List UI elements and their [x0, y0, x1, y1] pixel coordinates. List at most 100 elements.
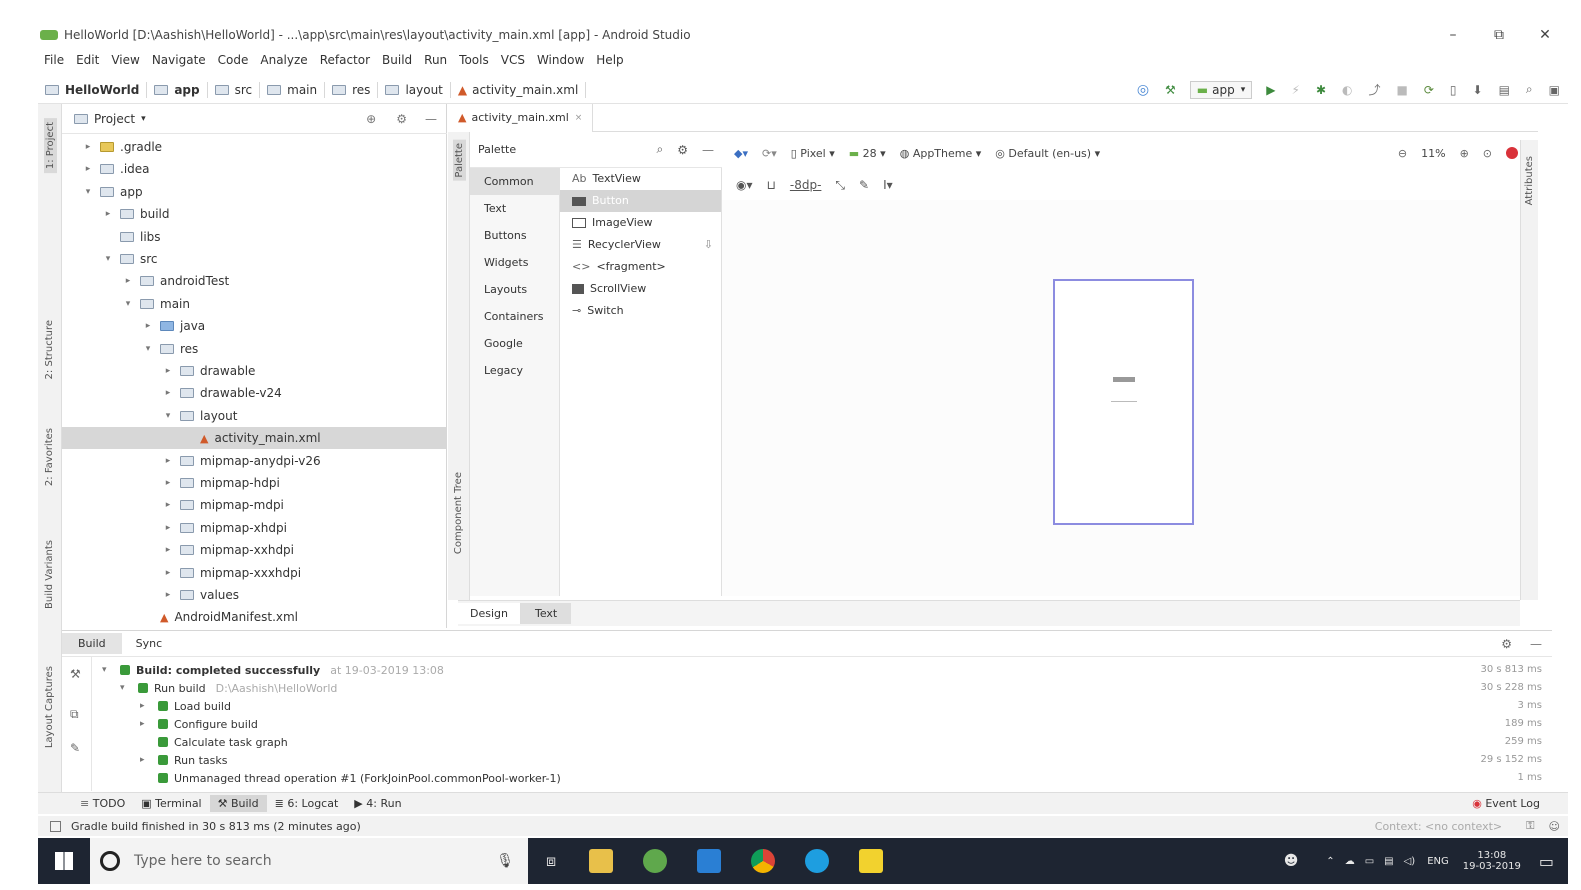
- collapsed-arrow-icon[interactable]: ▸: [162, 545, 174, 555]
- expand-arrow-icon[interactable]: ▸: [140, 755, 152, 765]
- tree-item[interactable]: ▸ mipmap-anydpi-v26: [62, 450, 447, 472]
- magnet-icon[interactable]: ⊔: [767, 178, 776, 192]
- tree-item[interactable]: ▸ mipmap-mdpi: [62, 494, 447, 516]
- favorites-tool-tab[interactable]: 2: Favorites: [44, 428, 55, 486]
- palette-category-buttons[interactable]: Buttons: [470, 222, 559, 249]
- collapsed-arrow-icon[interactable]: ▸: [162, 388, 174, 398]
- clock[interactable]: 13:08 19-03-2019: [1463, 850, 1521, 872]
- notifications-icon[interactable]: ▭: [1539, 852, 1554, 871]
- breadcrumb-file[interactable]: ▲ activity_main.xml: [451, 81, 587, 98]
- hide-icon[interactable]: —: [702, 143, 714, 157]
- palette-category-google[interactable]: Google: [470, 330, 559, 357]
- error-indicator-icon[interactable]: [1506, 147, 1518, 159]
- collapsed-arrow-icon[interactable]: ▸: [162, 366, 174, 376]
- tree-item[interactable]: ▾ main: [62, 293, 447, 315]
- taskbar-search[interactable]: Type here to search 🎙: [90, 838, 528, 884]
- gradle-sync-icon[interactable]: ⟳: [1424, 83, 1434, 97]
- tab-design[interactable]: Design: [458, 603, 521, 624]
- menu-tools[interactable]: Tools: [459, 53, 489, 67]
- palette-item-button[interactable]: Button: [560, 190, 721, 212]
- menu-code[interactable]: Code: [218, 53, 249, 67]
- task-view-icon[interactable]: ⧈: [546, 851, 556, 871]
- tree-item[interactable]: ▸ .gradle: [62, 136, 447, 158]
- breadcrumb-main[interactable]: main: [260, 81, 326, 98]
- palette-item-fragment[interactable]: <> <fragment>: [560, 256, 721, 278]
- margin-icon[interactable]: -8dp-: [790, 178, 822, 192]
- attributes-side-tab[interactable]: Attributes: [1524, 156, 1535, 205]
- palette-category-text[interactable]: Text: [470, 195, 559, 222]
- gear-icon[interactable]: ⚙: [677, 143, 688, 157]
- build-output-row[interactable]: Unmanaged thread operation #1 (ForkJoinP…: [140, 769, 561, 787]
- breadcrumb-src[interactable]: src: [208, 81, 261, 98]
- build-variants-tool-tab[interactable]: Build Variants: [44, 540, 55, 609]
- status-toggle-icon[interactable]: [50, 820, 61, 832]
- project-structure-icon[interactable]: ▤: [1499, 83, 1510, 97]
- tree-item[interactable]: ▸ mipmap-hdpi: [62, 472, 447, 494]
- sdk-manager-icon[interactable]: ⬇: [1473, 83, 1483, 97]
- start-button[interactable]: [38, 838, 90, 884]
- hammer-icon[interactable]: ⚒: [70, 667, 81, 681]
- build-output-row[interactable]: ▾ Build: completed successfully at 19-03-2…: [102, 661, 444, 679]
- expand-arrow-icon[interactable]: ▸: [140, 719, 152, 729]
- theme-select[interactable]: ◍ AppTheme ▾: [900, 147, 982, 160]
- expanded-arrow-icon[interactable]: ▾: [82, 187, 94, 197]
- tree-item[interactable]: ▸ java: [62, 315, 447, 337]
- tree-item[interactable]: ▸ .idea: [62, 158, 447, 180]
- expanded-arrow-icon[interactable]: ▾: [102, 254, 114, 264]
- tab-sync[interactable]: Sync: [122, 633, 177, 654]
- tree-item[interactable]: ▸ mipmap-xhdpi: [62, 517, 447, 539]
- collapsed-arrow-icon[interactable]: ▸: [162, 500, 174, 510]
- orientation-icon[interactable]: ⟳▾: [762, 147, 777, 160]
- expanded-arrow-icon[interactable]: ▾: [162, 411, 174, 421]
- toggle-view-icon[interactable]: ⧉: [70, 707, 79, 722]
- menu-vcs[interactable]: VCS: [501, 53, 525, 67]
- debug-icon[interactable]: ✱: [1316, 83, 1326, 97]
- battery-icon[interactable]: ▭: [1365, 856, 1374, 867]
- people-icon[interactable]: ☻: [1284, 853, 1299, 869]
- tab-text[interactable]: Text: [520, 603, 572, 624]
- collapsed-arrow-icon[interactable]: ▸: [162, 478, 174, 488]
- chevron-down-icon[interactable]: ▾: [141, 114, 146, 124]
- tree-item[interactable]: ▸ build: [62, 203, 447, 225]
- api-select[interactable]: ▬ 28 ▾: [849, 147, 886, 160]
- tree-item[interactable]: ▸ drawable-v24: [62, 382, 447, 404]
- palette-side-tab[interactable]: Palette: [453, 140, 466, 181]
- build-output-row[interactable]: ▸ Run tasks: [140, 751, 227, 769]
- attach-debugger-icon[interactable]: ⤴: [1368, 81, 1380, 98]
- menu-navigate[interactable]: Navigate: [152, 53, 206, 67]
- apply-changes-icon[interactable]: ⚡: [1292, 83, 1300, 97]
- expand-arrow-icon[interactable]: ▸: [140, 701, 152, 711]
- tree-item[interactable]: ▸ drawable: [62, 360, 447, 382]
- collapsed-arrow-icon[interactable]: ▸: [162, 523, 174, 533]
- lock-icon[interactable]: ⚿: [1526, 819, 1534, 833]
- palette-category-legacy[interactable]: Legacy: [470, 357, 559, 384]
- breadcrumb-layout[interactable]: layout: [378, 81, 451, 98]
- collapsed-arrow-icon[interactable]: ▸: [82, 142, 94, 152]
- project-tool-tab[interactable]: 1: Project: [44, 118, 57, 174]
- expand-arrow-icon[interactable]: ▾: [102, 665, 114, 675]
- collapsed-arrow-icon[interactable]: ▸: [162, 568, 174, 578]
- expand-arrow-icon[interactable]: ▾: [120, 683, 132, 693]
- device-preview[interactable]: [1053, 279, 1194, 525]
- close-tab-icon[interactable]: ×: [575, 113, 583, 123]
- locate-icon[interactable]: ⊕: [366, 112, 376, 126]
- microphone-icon[interactable]: 🎙: [496, 853, 514, 869]
- gear-icon[interactable]: ⚙: [396, 112, 407, 126]
- palette-category-containers[interactable]: Containers: [470, 303, 559, 330]
- file-explorer-icon[interactable]: [589, 849, 614, 873]
- breadcrumb-res[interactable]: res: [325, 81, 379, 98]
- chrome-icon[interactable]: [751, 849, 776, 873]
- palette-item-switch[interactable]: ⊸ Switch: [560, 300, 721, 322]
- skype-icon[interactable]: [805, 849, 830, 873]
- layout-inspector-icon[interactable]: ▣: [1549, 83, 1560, 97]
- tree-item[interactable]: ▾ app: [62, 181, 447, 203]
- tree-item[interactable]: ▸ androidTest: [62, 270, 447, 292]
- collapsed-arrow-icon[interactable]: ▸: [142, 321, 154, 331]
- store-icon[interactable]: [697, 849, 722, 873]
- menu-refactor[interactable]: Refactor: [320, 53, 370, 67]
- run-config-select[interactable]: ▬ app ▾: [1189, 80, 1253, 99]
- restore-button[interactable]: ⧉: [1476, 27, 1522, 43]
- palette-category-widgets[interactable]: Widgets: [470, 249, 559, 276]
- tab-build[interactable]: Build: [62, 633, 122, 654]
- download-icon[interactable]: ⇩: [704, 234, 713, 256]
